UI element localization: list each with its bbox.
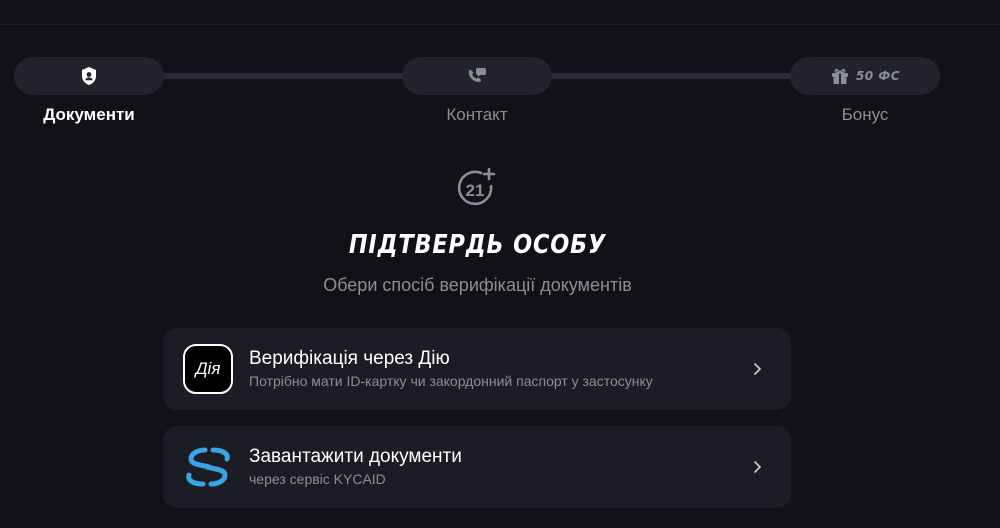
chevron-right-icon <box>737 447 777 487</box>
stepper-track-1 <box>160 73 405 79</box>
option-title: Верифікація через Дію <box>249 348 450 369</box>
gift-icon <box>831 68 848 84</box>
stepper-track-2 <box>548 73 793 79</box>
step-documents-label: Документи <box>43 105 135 124</box>
verification-stepper: 50 ФС Документи Контакт Бонус <box>0 0 1000 130</box>
kycaid-logo-icon <box>183 442 233 492</box>
option-subtitle: Потрібно мати ID-картку чи закордонний п… <box>249 373 653 389</box>
option-title: Завантажити документи <box>249 446 462 467</box>
step-documents-pill[interactable] <box>14 57 164 95</box>
step-bonus-pill[interactable]: 50 ФС <box>790 57 940 95</box>
phone-chat-icon <box>468 68 486 82</box>
chevron-right-icon <box>737 349 777 389</box>
diia-logo-text: Дія <box>183 344 233 394</box>
step-contact-label: Контакт <box>446 105 508 124</box>
diia-logo: Дія <box>183 344 233 394</box>
page-subtitle: Обери спосіб верифікації документів <box>323 275 632 295</box>
bonus-badge: 50 ФС <box>855 69 901 83</box>
step-contact-pill[interactable] <box>402 57 552 95</box>
upload-documents-option[interactable]: Завантажити документи через сервіс KYCAI… <box>163 426 791 508</box>
svg-text:21: 21 <box>466 181 485 200</box>
option-subtitle: через сервіс KYCAID <box>249 471 386 487</box>
age-21-plus-icon: 21 <box>457 167 496 206</box>
page-title: ПІДТВЕРДЬ ОСОБУ <box>348 230 607 260</box>
shield-user-icon <box>82 67 96 85</box>
step-bonus-label: Бонус <box>841 105 889 124</box>
verify-diia-option[interactable]: Дія Верифікація через Дію Потрібно мати … <box>163 328 791 410</box>
